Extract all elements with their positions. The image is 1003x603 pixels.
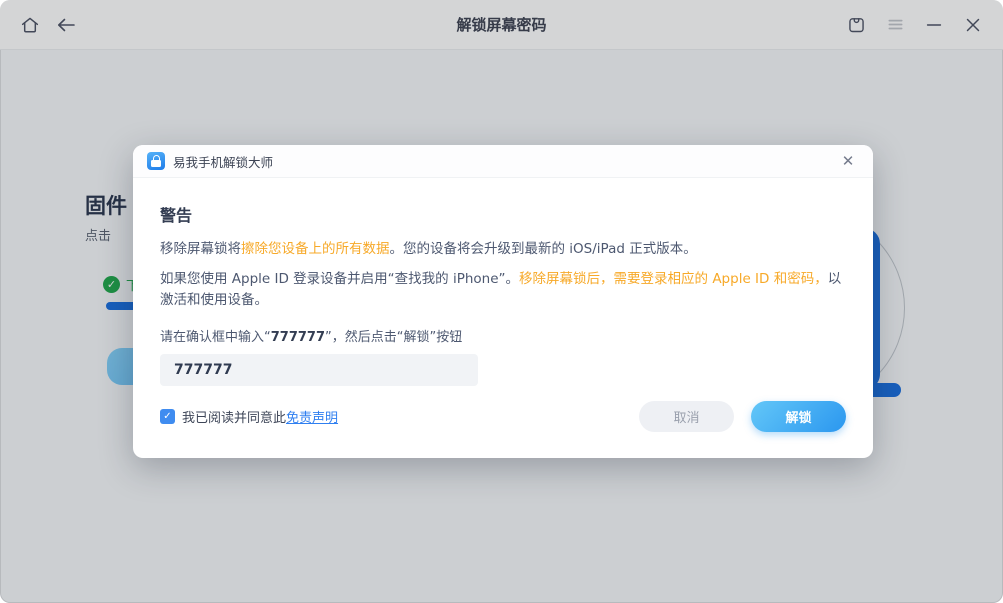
dialog-body: 警告 移除屏幕锁将擦除您设备上的所有数据。您的设备将会升级到最新的 iOS/iP… — [133, 202, 873, 386]
confirm-code: 777777 — [271, 330, 325, 345]
warning-paragraph-1: 移除屏幕锁将擦除您设备上的所有数据。您的设备将会升级到最新的 iOS/iPad … — [160, 239, 846, 260]
warning-paragraph-2: 如果您使用 Apple ID 登录设备并启用“查找我的 iPhone”。移除屏幕… — [160, 269, 846, 311]
app-lock-icon — [147, 152, 165, 170]
app-window: 固件 点击 ✓ 下载 解锁屏幕密码 — [0, 0, 1003, 603]
agree-label: 我已阅读并同意此免责声明 — [182, 407, 338, 426]
confirm-instruction: 请在确认框中输入“777777”，然后点击“解锁”按钮 — [160, 326, 846, 345]
erase-data-highlight: 擦除您设备上的所有数据 — [241, 241, 390, 257]
cancel-button[interactable]: 取消 — [639, 401, 734, 432]
unlock-button[interactable]: 解锁 — [751, 401, 846, 432]
agree-checkbox[interactable]: ✓ — [160, 409, 175, 424]
dialog-app-name: 易我手机解锁大师 — [173, 152, 273, 171]
apple-id-highlight: 移除屏幕锁后，需要登录相应的 Apple ID 和密码， — [519, 271, 828, 287]
warning-dialog: 易我手机解锁大师 ✕ 警告 移除屏幕锁将擦除您设备上的所有数据。您的设备将会升级… — [133, 145, 873, 458]
dialog-footer: ✓ 我已阅读并同意此免责声明 取消 解锁 — [160, 401, 846, 432]
confirm-code-input[interactable] — [160, 354, 478, 386]
dialog-close-button[interactable]: ✕ — [837, 150, 859, 172]
disclaimer-link[interactable]: 免责声明 — [286, 411, 338, 426]
dialog-header: 易我手机解锁大师 ✕ — [133, 145, 873, 178]
dialog-title: 警告 — [160, 202, 846, 226]
